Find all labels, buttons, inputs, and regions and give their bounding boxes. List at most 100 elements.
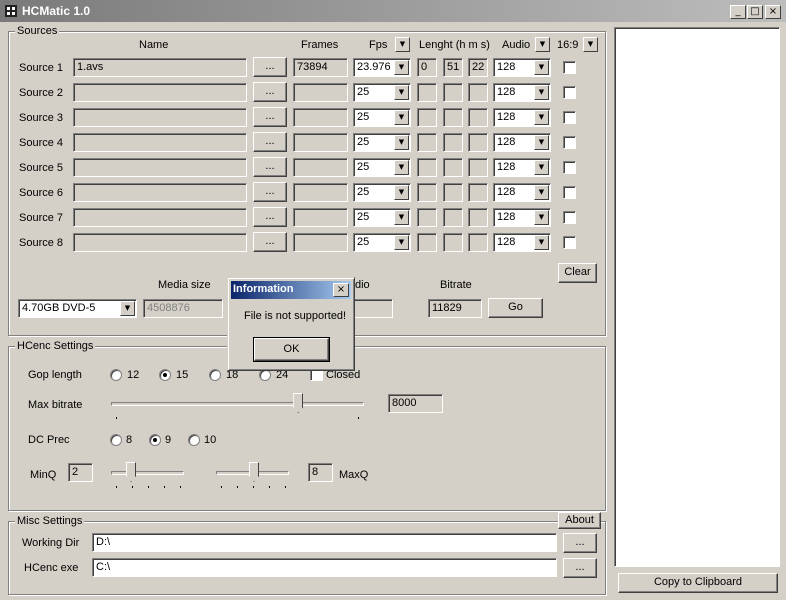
- copy-to-clipboard-button[interactable]: Copy to Clipboard: [618, 573, 778, 593]
- source-browse-button[interactable]: ...: [253, 82, 287, 102]
- gop-radio-15[interactable]: [159, 369, 171, 381]
- chevron-down-icon[interactable]: ▼: [534, 235, 549, 250]
- misc-settings-legend: Misc Settings: [15, 515, 85, 528]
- source-widescreen-checkbox[interactable]: [563, 111, 576, 124]
- source-label: Source 2: [19, 87, 64, 99]
- source-browse-button[interactable]: ...: [253, 132, 287, 152]
- source-name-field[interactable]: [73, 208, 247, 227]
- working-dir-browse-button[interactable]: ...: [563, 533, 597, 553]
- source-fps-select[interactable]: 25 ▼: [353, 183, 411, 202]
- chevron-down-icon[interactable]: ▼: [394, 110, 409, 125]
- source-audio-select[interactable]: 128 ▼: [493, 208, 551, 227]
- clear-button[interactable]: Clear: [558, 263, 597, 283]
- source-fps-select[interactable]: 25 ▼: [353, 108, 411, 127]
- chevron-down-icon[interactable]: ▼: [394, 185, 409, 200]
- hcenc-settings-legend: HCenc Settings: [15, 340, 96, 353]
- hcenc-exe-browse-button[interactable]: ...: [563, 558, 597, 578]
- dc-prec-radio-8[interactable]: [110, 434, 122, 446]
- source-fps-select[interactable]: 25 ▼: [353, 233, 411, 252]
- chevron-down-icon[interactable]: ▼: [534, 85, 549, 100]
- source-name-field[interactable]: 1.avs: [73, 58, 247, 77]
- chevron-down-icon[interactable]: ▼: [394, 85, 409, 100]
- source-fps-select[interactable]: 23.976 ▼: [353, 58, 411, 77]
- source-audio-select[interactable]: 128 ▼: [493, 133, 551, 152]
- source-audio-value: 128: [497, 186, 516, 198]
- chevron-down-icon[interactable]: ▼: [534, 210, 549, 225]
- source-name-field[interactable]: [73, 133, 247, 152]
- working-dir-input[interactable]: D:\: [92, 533, 557, 552]
- source-browse-button[interactable]: ...: [253, 57, 287, 77]
- source-fps-select[interactable]: 25 ▼: [353, 83, 411, 102]
- source-name-field[interactable]: [73, 233, 247, 252]
- chevron-down-icon[interactable]: ▼: [534, 60, 549, 75]
- dc-prec-radio-10[interactable]: [188, 434, 200, 446]
- source-fps-select[interactable]: 25 ▼: [353, 133, 411, 152]
- minimize-button[interactable]: _: [730, 5, 746, 19]
- source-browse-button[interactable]: ...: [253, 157, 287, 177]
- source-frames-field: [293, 183, 348, 202]
- gop-length-label: Gop length: [28, 369, 82, 381]
- source-name-field[interactable]: [73, 108, 247, 127]
- source-browse-button[interactable]: ...: [253, 107, 287, 127]
- chevron-down-icon[interactable]: ▼: [394, 135, 409, 150]
- source-fps-select[interactable]: 25 ▼: [353, 158, 411, 177]
- chevron-down-icon[interactable]: ▼: [394, 235, 409, 250]
- media-size-select[interactable]: 4.70GB DVD-5 ▼: [18, 299, 137, 318]
- close-button[interactable]: ×: [765, 5, 781, 19]
- source-widescreen-checkbox[interactable]: [563, 236, 576, 249]
- source-widescreen-checkbox[interactable]: [563, 86, 576, 99]
- hcenc-exe-input[interactable]: C:\: [92, 558, 557, 577]
- source-fps-value: 25: [357, 86, 370, 98]
- about-button[interactable]: About: [558, 512, 601, 529]
- source-seconds-field: [468, 158, 488, 177]
- source-fps-value: 25: [357, 161, 370, 173]
- dialog-title-bar[interactable]: Information ×: [231, 281, 351, 299]
- audio-menu-button[interactable]: ▼: [535, 37, 550, 52]
- minq-slider[interactable]: [111, 471, 184, 475]
- source-widescreen-checkbox[interactable]: [563, 136, 576, 149]
- source-browse-button[interactable]: ...: [253, 182, 287, 202]
- ratio-menu-button[interactable]: ▼: [583, 37, 598, 52]
- source-fps-select[interactable]: 25 ▼: [353, 208, 411, 227]
- source-browse-button[interactable]: ...: [253, 232, 287, 252]
- source-audio-select[interactable]: 128 ▼: [493, 233, 551, 252]
- gop-radio-18[interactable]: [209, 369, 221, 381]
- source-name-field[interactable]: [73, 158, 247, 177]
- max-bitrate-value: 8000: [388, 394, 443, 413]
- source-name-field[interactable]: [73, 183, 247, 202]
- output-panel[interactable]: [614, 27, 780, 567]
- source-minutes-field: [443, 83, 463, 102]
- working-dir-label: Working Dir: [22, 537, 80, 549]
- source-audio-select[interactable]: 128 ▼: [493, 108, 551, 127]
- chevron-down-icon[interactable]: ▼: [394, 210, 409, 225]
- source-widescreen-checkbox[interactable]: [563, 61, 576, 74]
- source-audio-select[interactable]: 128 ▼: [493, 83, 551, 102]
- source-widescreen-checkbox[interactable]: [563, 161, 576, 174]
- chevron-down-icon[interactable]: ▼: [534, 135, 549, 150]
- title-bar[interactable]: HCMatic 1.0 _ □ ×: [0, 0, 786, 22]
- source-widescreen-checkbox[interactable]: [563, 186, 576, 199]
- go-button[interactable]: Go: [488, 298, 543, 318]
- gop-radio-12[interactable]: [110, 369, 122, 381]
- source-audio-select[interactable]: 128 ▼: [493, 183, 551, 202]
- minq-value: 2: [68, 463, 93, 482]
- chevron-down-icon[interactable]: ▼: [534, 110, 549, 125]
- chevron-down-icon[interactable]: ▼: [394, 160, 409, 175]
- source-audio-select[interactable]: 128 ▼: [493, 158, 551, 177]
- source-minutes-field: [443, 158, 463, 177]
- source-name-field[interactable]: [73, 83, 247, 102]
- source-browse-button[interactable]: ...: [253, 207, 287, 227]
- chevron-down-icon[interactable]: ▼: [534, 160, 549, 175]
- maximize-button[interactable]: □: [747, 5, 763, 19]
- chevron-down-icon[interactable]: ▼: [534, 185, 549, 200]
- source-widescreen-checkbox[interactable]: [563, 211, 576, 224]
- chevron-down-icon[interactable]: ▼: [120, 301, 135, 316]
- chevron-down-icon[interactable]: ▼: [394, 60, 409, 75]
- source-audio-select[interactable]: 128 ▼: [493, 58, 551, 77]
- dc-prec-radio-9[interactable]: [149, 434, 161, 446]
- dialog-close-button[interactable]: ×: [333, 283, 349, 297]
- max-bitrate-slider[interactable]: [111, 402, 364, 406]
- dialog-ok-button[interactable]: OK: [253, 337, 330, 362]
- fps-menu-button[interactable]: ▼: [395, 37, 410, 52]
- source-minutes-field: [443, 208, 463, 227]
